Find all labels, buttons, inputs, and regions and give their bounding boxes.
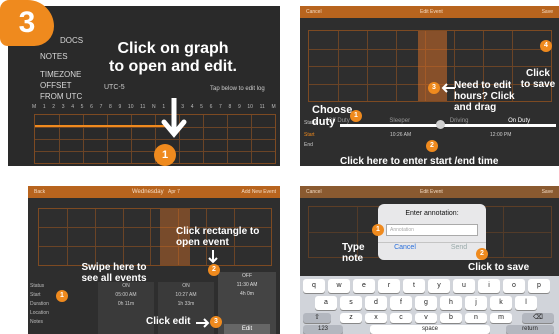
- cancel-button[interactable]: Cancel: [306, 186, 322, 198]
- step-badge-2: 2: [208, 264, 220, 276]
- start-label: Start: [304, 132, 315, 138]
- topbar-title: Edit Event: [420, 189, 443, 195]
- key-w[interactable]: w: [328, 279, 350, 293]
- callout-click-edit: Click edit: [146, 316, 191, 327]
- edit-button[interactable]: Edit: [224, 324, 270, 334]
- panel-day-view: Back Wednesday Apr 7 Add New Event Statu…: [28, 186, 280, 334]
- key-k[interactable]: k: [490, 296, 512, 310]
- key-v[interactable]: v: [415, 313, 437, 323]
- step-badge-3: 3: [428, 82, 440, 94]
- dialog-cancel-button[interactable]: Cancel: [378, 244, 432, 251]
- save-button[interactable]: Save: [542, 186, 553, 198]
- callout-click-rectangle: Click rectangle to open event: [176, 226, 260, 248]
- key-o[interactable]: o: [503, 279, 525, 293]
- callout-swipe: Swipe here to see all events: [81, 262, 147, 284]
- day-title: Wednesday: [132, 189, 164, 195]
- key-n[interactable]: n: [465, 313, 487, 323]
- menu-item-notes[interactable]: NOTES: [40, 52, 68, 61]
- key-y[interactable]: y: [428, 279, 450, 293]
- key-b[interactable]: b: [440, 313, 462, 323]
- edit-log-hint: Tap below to edit log: [210, 86, 265, 92]
- down-arrow-icon: [208, 250, 218, 264]
- callout-start-end: Click here to enter start /end time: [340, 156, 499, 166]
- callout-need-edit: Need to edit hours? Click and drag: [454, 80, 515, 113]
- dialog-title: Enter annotation:: [405, 210, 459, 217]
- edit-event-topbar: Cancel Edit Event Save: [300, 6, 559, 18]
- step-badge-3: 3: [210, 316, 222, 328]
- key-e[interactable]: e: [353, 279, 375, 293]
- key-h[interactable]: h: [440, 296, 462, 310]
- step-badge-4: 4: [540, 40, 552, 52]
- key-a[interactable]: a: [315, 296, 337, 310]
- return-key[interactable]: return: [506, 325, 554, 334]
- callout-click-graph: Click on graph to open and edit.: [109, 40, 237, 75]
- duty-slider-track[interactable]: [340, 124, 556, 127]
- key-r[interactable]: r: [378, 279, 400, 293]
- space-key[interactable]: space: [370, 325, 490, 334]
- offset-label: OFFSET: [40, 81, 72, 90]
- callout-type-note: Type note: [342, 242, 365, 264]
- timezone-value: UTC-5: [104, 84, 125, 91]
- cancel-button[interactable]: Cancel: [306, 6, 322, 18]
- step-badge-2: 2: [476, 248, 488, 260]
- left-arrow-icon: [441, 83, 455, 93]
- timezone-label: TIMEZONE: [40, 70, 82, 79]
- annotation-input[interactable]: Annotation: [386, 224, 478, 236]
- onscreen-keyboard: q w e r t y u i o p a s d f g h j k l ⇧ …: [300, 276, 559, 334]
- key-u[interactable]: u: [453, 279, 475, 293]
- day-view-topbar: Back Wednesday Apr 7 Add New Event: [28, 186, 280, 198]
- callout-click-to-save: Click to save: [520, 68, 556, 90]
- back-button[interactable]: Back: [34, 186, 45, 198]
- step-badge-1: 1: [154, 144, 176, 166]
- day-date: Apr 7: [168, 189, 180, 195]
- key-l[interactable]: l: [515, 296, 537, 310]
- panel-edit-event: Cancel Edit Event Save Off Duty Sleeper …: [300, 6, 559, 166]
- step-badge-2: 2: [426, 140, 438, 152]
- start-time-value[interactable]: 10:26 AM: [390, 132, 411, 138]
- step-number-badge: 3: [0, 0, 54, 46]
- key-g[interactable]: g: [415, 296, 437, 310]
- key-x[interactable]: x: [365, 313, 387, 323]
- step-badge-1: 1: [372, 224, 384, 236]
- key-m[interactable]: m: [490, 313, 512, 323]
- panel-annotation: Cancel Edit Event Save Enter annotation:…: [300, 186, 559, 334]
- step-badge-1: 1: [56, 290, 68, 302]
- key-c[interactable]: c: [390, 313, 412, 323]
- key-q[interactable]: q: [303, 279, 325, 293]
- key-f[interactable]: f: [390, 296, 412, 310]
- event-rows-labels: Status Start Duration Location Notes: [30, 283, 49, 325]
- numbers-key[interactable]: 123: [303, 325, 343, 334]
- key-p[interactable]: p: [528, 279, 550, 293]
- key-s[interactable]: s: [340, 296, 362, 310]
- annotation-dialog: Enter annotation: Annotation Cancel Send: [378, 204, 486, 260]
- from-utc-label: FROM UTC: [40, 92, 83, 101]
- add-new-event-button[interactable]: Add New Event: [242, 186, 276, 198]
- end-label: End: [304, 142, 313, 148]
- hour-labels: M 1 2 3 4 5 6 7 8 9 10 11 N 1 2 3 4 5 6 7 8 9 10 11 M: [32, 104, 276, 110]
- right-arrow-icon: [196, 318, 210, 328]
- key-i[interactable]: i: [478, 279, 500, 293]
- key-t[interactable]: t: [403, 279, 425, 293]
- shift-key[interactable]: ⇧: [303, 313, 331, 323]
- key-z[interactable]: z: [340, 313, 362, 323]
- callout-click-to-save: Click to save: [468, 262, 530, 273]
- menu-item-docs[interactable]: DOCS: [60, 36, 83, 45]
- end-time-value[interactable]: 12:00 PM: [490, 132, 511, 138]
- topbar-title: Edit Event: [420, 9, 443, 15]
- step-badge-1: 1: [350, 110, 362, 122]
- key-j[interactable]: j: [465, 296, 487, 310]
- down-arrow-icon: [161, 98, 187, 138]
- save-button[interactable]: Save: [542, 6, 553, 18]
- delete-key[interactable]: ⌫: [522, 313, 554, 323]
- duty-slider-thumb[interactable]: [436, 120, 445, 129]
- key-d[interactable]: d: [365, 296, 387, 310]
- annotation-topbar: Cancel Edit Event Save: [300, 186, 559, 198]
